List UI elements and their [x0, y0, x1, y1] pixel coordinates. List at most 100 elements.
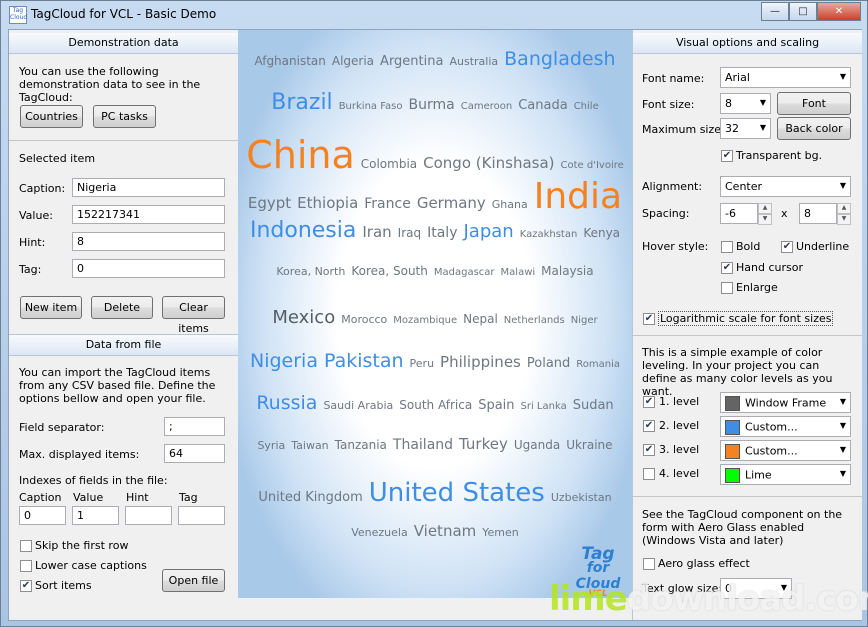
- maximize-button[interactable]: □: [789, 2, 817, 21]
- spin-down-icon[interactable]: ▼: [837, 214, 851, 225]
- open-file-button[interactable]: Open file: [162, 569, 225, 592]
- font-button[interactable]: Font: [777, 92, 851, 115]
- tag-item[interactable]: Korea, North: [276, 265, 345, 278]
- tag-item[interactable]: Syria: [257, 439, 285, 452]
- tag-item[interactable]: Philippines: [440, 353, 521, 371]
- spin-up-icon[interactable]: ▲: [837, 203, 851, 214]
- tag-item[interactable]: United Kingdom: [258, 490, 362, 505]
- tag-item[interactable]: Poland: [527, 356, 570, 371]
- tag-item[interactable]: Saudi Arabia: [323, 399, 393, 412]
- tag-item[interactable]: Germany: [417, 194, 486, 212]
- tag-item[interactable]: Romania: [576, 359, 620, 370]
- tag-item[interactable]: Australia: [449, 55, 498, 68]
- new-item-button[interactable]: New item: [20, 296, 82, 319]
- spin-up-icon[interactable]: ▲: [758, 203, 772, 214]
- tag-item[interactable]: Peru: [410, 357, 435, 370]
- sort-items-checkbox[interactable]: ✔: [20, 580, 32, 592]
- tag-input[interactable]: [72, 259, 225, 278]
- tag-item[interactable]: Canada: [518, 98, 567, 113]
- skip-first-checkbox[interactable]: [20, 540, 32, 552]
- tag-item[interactable]: United States: [369, 478, 545, 508]
- level-checkbox[interactable]: [643, 468, 655, 480]
- bold-checkbox[interactable]: [721, 241, 733, 253]
- tag-item[interactable]: Sudan: [573, 398, 614, 413]
- idx-value-input[interactable]: [72, 506, 119, 525]
- tag-item[interactable]: Indonesia: [250, 218, 356, 243]
- tag-item[interactable]: Kenya: [583, 226, 620, 240]
- tag-item[interactable]: Italy: [427, 225, 457, 241]
- tag-item[interactable]: Burkina Faso: [339, 101, 403, 112]
- hand-cursor-checkbox[interactable]: ✔: [721, 262, 733, 274]
- minimize-button[interactable]: —: [761, 2, 789, 21]
- tag-item[interactable]: Ukraine: [566, 438, 612, 452]
- spacing-x-spinner[interactable]: ▲ ▼: [758, 203, 772, 225]
- tag-item[interactable]: Malawi: [501, 267, 536, 278]
- tag-item[interactable]: Pakistan: [324, 350, 404, 372]
- tag-item[interactable]: Yemen: [482, 526, 518, 539]
- tag-item[interactable]: Tanzania: [335, 438, 387, 452]
- tag-item[interactable]: India: [534, 176, 622, 217]
- enlarge-checkbox[interactable]: [721, 282, 733, 294]
- level-checkbox[interactable]: ✔: [643, 420, 655, 432]
- tag-item[interactable]: Turkey: [459, 435, 508, 453]
- tag-item[interactable]: Algeria: [332, 54, 374, 68]
- tag-item[interactable]: Russia: [256, 392, 317, 414]
- tag-item[interactable]: France: [364, 196, 411, 212]
- tag-item[interactable]: Uganda: [514, 438, 560, 452]
- tag-item[interactable]: Niger: [571, 315, 598, 326]
- aero-glass-checkbox[interactable]: [643, 558, 655, 570]
- tag-item[interactable]: Bangladesh: [504, 48, 615, 70]
- tag-item[interactable]: Mexico: [272, 307, 335, 328]
- tag-item[interactable]: Ghana: [492, 198, 528, 211]
- title-bar[interactable]: Tag Cloud TagCloud for VCL - Basic Demo —…: [1, 1, 867, 29]
- countries-button[interactable]: Countries: [20, 105, 83, 128]
- tag-item[interactable]: Japan: [463, 221, 513, 242]
- tag-item[interactable]: Netherlands: [504, 315, 565, 326]
- tag-item[interactable]: Nigeria: [250, 350, 318, 372]
- hint-input[interactable]: [72, 232, 225, 251]
- tag-item[interactable]: Uzbekistan: [551, 491, 612, 504]
- tag-item[interactable]: Burma: [409, 97, 455, 113]
- spacing-x-input[interactable]: [720, 203, 758, 224]
- font-size-select[interactable]: 8 ▼: [720, 93, 771, 114]
- log-scale-checkbox[interactable]: ✔: [643, 313, 655, 325]
- clear-items-button[interactable]: Clear items: [162, 296, 225, 335]
- tag-item[interactable]: Mozambique: [393, 315, 457, 326]
- max-size-select[interactable]: 32 ▼: [720, 118, 771, 139]
- tag-item[interactable]: Venezuela: [351, 526, 408, 539]
- tag-item[interactable]: China: [246, 133, 355, 177]
- tag-item[interactable]: Thailand: [393, 437, 453, 453]
- idx-hint-input[interactable]: [125, 506, 172, 525]
- level-checkbox[interactable]: ✔: [643, 444, 655, 456]
- level-color-select[interactable]: Custom... ▼: [720, 416, 851, 437]
- tag-item[interactable]: Egypt: [248, 194, 291, 212]
- tag-item[interactable]: Spain: [478, 398, 514, 413]
- caption-input[interactable]: [72, 178, 225, 197]
- tag-item[interactable]: Sri Lanka: [521, 401, 567, 412]
- tag-item[interactable]: Iran: [362, 223, 391, 241]
- tag-item[interactable]: South Africa: [399, 398, 472, 412]
- font-name-select[interactable]: Arial ▼: [720, 67, 851, 88]
- underline-checkbox[interactable]: ✔: [781, 241, 793, 253]
- transparent-checkbox[interactable]: ✔: [721, 150, 733, 162]
- pc-tasks-button[interactable]: PC tasks: [93, 105, 156, 128]
- tag-item[interactable]: Nepal: [463, 312, 498, 326]
- value-input[interactable]: [72, 205, 225, 224]
- tag-item[interactable]: Colombia: [361, 157, 417, 171]
- tag-item[interactable]: Morocco: [341, 313, 387, 326]
- tag-item[interactable]: Argentina: [380, 54, 443, 69]
- tag-item[interactable]: Madagascar: [434, 267, 495, 278]
- idx-tag-input[interactable]: [178, 506, 225, 525]
- back-color-button[interactable]: Back color: [777, 117, 851, 140]
- lower-case-checkbox[interactable]: [20, 560, 32, 572]
- spacing-y-spinner[interactable]: ▲ ▼: [837, 203, 851, 225]
- tag-item[interactable]: Korea, South: [351, 264, 428, 278]
- close-button[interactable]: ✕: [817, 2, 861, 21]
- level-color-select[interactable]: Custom... ▼: [720, 440, 851, 461]
- tag-item[interactable]: Chile: [574, 101, 599, 112]
- max-items-input[interactable]: [164, 444, 225, 463]
- tag-item[interactable]: Cote d'Ivoire: [561, 160, 624, 171]
- level-color-select[interactable]: Lime ▼: [720, 464, 851, 485]
- tag-item[interactable]: Congo (Kinshasa): [423, 154, 554, 172]
- tag-item[interactable]: Cameroon: [461, 101, 512, 112]
